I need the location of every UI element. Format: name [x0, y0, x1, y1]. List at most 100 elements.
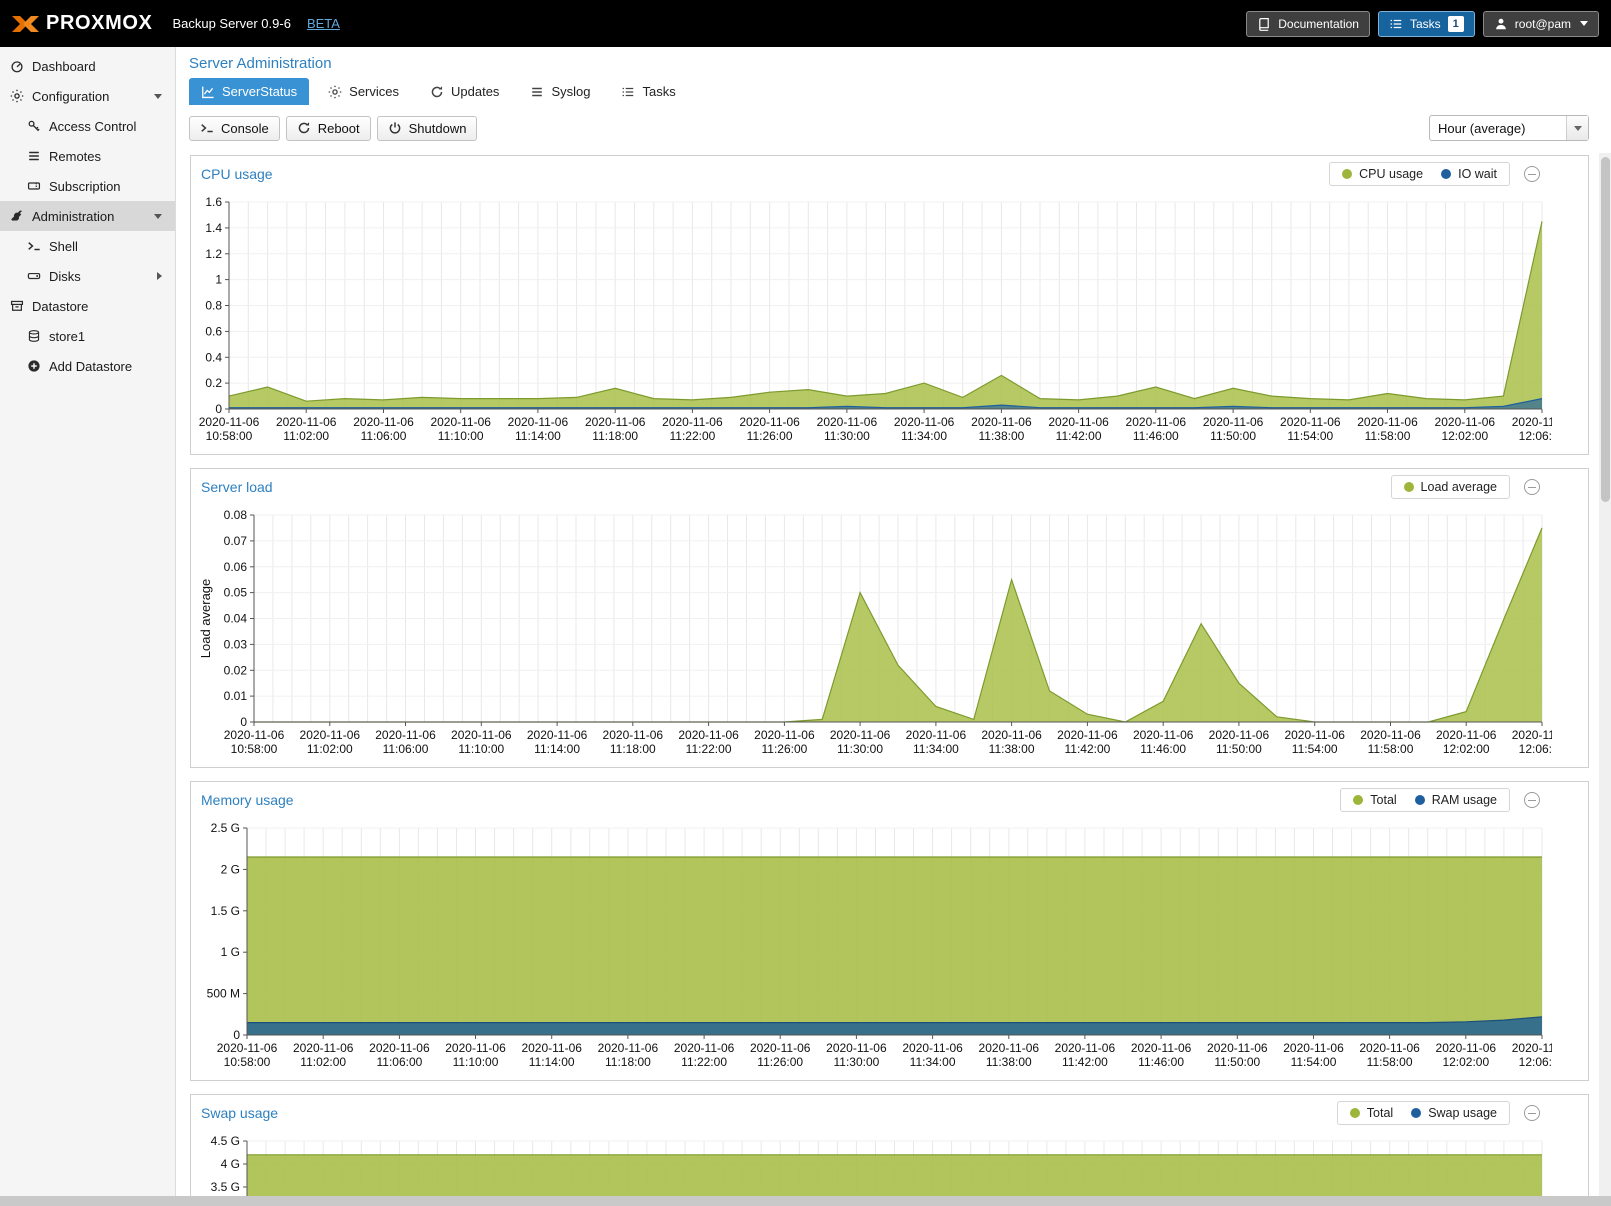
- svg-text:11:14:00: 11:14:00: [515, 429, 561, 443]
- terminal-icon: [200, 121, 214, 135]
- sidebar-item-label: Shell: [49, 239, 78, 254]
- svg-text:2020-11-06: 2020-11-06: [224, 728, 285, 742]
- legend-item: CPU usage: [1342, 167, 1423, 181]
- svg-text:4 G: 4 G: [221, 1157, 240, 1171]
- tasks-button[interactable]: Tasks 1: [1378, 11, 1475, 37]
- tab-label: Syslog: [551, 84, 590, 99]
- sidebar-item-administration[interactable]: Administration: [0, 201, 175, 231]
- sidebar-item-label: Access Control: [49, 119, 136, 134]
- svg-text:1: 1: [215, 273, 222, 287]
- sidebar-item-label: Disks: [49, 269, 81, 284]
- svg-text:2020-11-06: 2020-11-06: [1357, 415, 1418, 429]
- power-icon: [388, 121, 402, 135]
- svg-text:2020-11-06: 2020-11-06: [445, 1041, 506, 1055]
- svg-text:2020-11-06: 2020-11-06: [1360, 728, 1421, 742]
- panel-title: Memory usage: [201, 792, 294, 808]
- svg-text:2020-11-06: 2020-11-06: [906, 728, 967, 742]
- svg-text:2020-11-06: 2020-11-06: [1203, 415, 1264, 429]
- sidebar-item-dashboard[interactable]: Dashboard: [0, 51, 175, 81]
- collapse-icon[interactable]: [1524, 1105, 1540, 1121]
- collapse-icon[interactable]: [1524, 792, 1540, 808]
- svg-text:500 M: 500 M: [207, 987, 240, 1001]
- user-icon: [1494, 17, 1508, 31]
- svg-text:0.06: 0.06: [224, 560, 248, 574]
- tasks-badge: 1: [1448, 16, 1464, 32]
- documentation-label: Documentation: [1278, 17, 1359, 31]
- svg-text:0: 0: [233, 1028, 240, 1042]
- refresh-icon: [430, 85, 444, 99]
- svg-text:2020-11-06: 2020-11-06: [508, 415, 569, 429]
- collapse-icon[interactable]: [1524, 479, 1540, 495]
- collapse-icon[interactable]: [1524, 166, 1540, 182]
- svg-text:12:02:00: 12:02:00: [1441, 429, 1488, 443]
- svg-text:12:06:00: 12:06:00: [1519, 742, 1552, 756]
- svg-text:11:58:00: 11:58:00: [1368, 742, 1414, 756]
- scrollbar-thumb[interactable]: [1601, 157, 1610, 502]
- sidebar-item-label: Configuration: [32, 89, 109, 104]
- svg-text:0.02: 0.02: [224, 663, 248, 677]
- svg-text:10:58:00: 10:58:00: [224, 1055, 271, 1069]
- sidebar-item-configuration[interactable]: Configuration: [0, 81, 175, 111]
- legend-item: Load average: [1404, 480, 1497, 494]
- svg-text:2020-11-06: 2020-11-06: [1512, 415, 1552, 429]
- sidebar-item-store1[interactable]: store1: [0, 321, 175, 351]
- tab-updates[interactable]: Updates: [418, 78, 511, 105]
- range-select-value: Hour (average): [1430, 121, 1566, 136]
- svg-text:11:06:00: 11:06:00: [376, 1055, 422, 1069]
- panel-header: Server loadLoad average: [191, 469, 1588, 505]
- svg-text:2020-11-06: 2020-11-06: [1126, 415, 1187, 429]
- wrench-icon: [10, 209, 24, 223]
- svg-text:2020-11-06: 2020-11-06: [585, 415, 646, 429]
- legend-label: IO wait: [1458, 167, 1497, 181]
- legend-label: Load average: [1421, 480, 1497, 494]
- tab-tasks[interactable]: Tasks: [609, 78, 687, 105]
- sidebar-item-subscription[interactable]: Subscription: [0, 171, 175, 201]
- svg-text:2.5 G: 2.5 G: [211, 821, 240, 835]
- tab-label: Tasks: [642, 84, 675, 99]
- gauge-icon: [10, 59, 24, 73]
- svg-text:2020-11-06: 2020-11-06: [1436, 728, 1497, 742]
- svg-text:2020-11-06: 2020-11-06: [375, 728, 436, 742]
- beta-link[interactable]: BETA: [307, 16, 340, 31]
- svg-text:0.8: 0.8: [205, 299, 222, 313]
- shutdown-button[interactable]: Shutdown: [377, 116, 478, 141]
- user-menu-button[interactable]: root@pam: [1483, 11, 1599, 37]
- tab-services[interactable]: Services: [316, 78, 411, 105]
- console-button[interactable]: Console: [189, 116, 280, 141]
- svg-text:2020-11-06: 2020-11-06: [1131, 1041, 1192, 1055]
- tab-label: Services: [349, 84, 399, 99]
- tab-syslog[interactable]: Syslog: [518, 78, 602, 105]
- svg-text:2020-11-06: 2020-11-06: [1512, 1041, 1552, 1055]
- scrollbar[interactable]: [1599, 153, 1611, 1206]
- legend-item: Swap usage: [1411, 1106, 1497, 1120]
- svg-text:2020-11-06: 2020-11-06: [353, 415, 414, 429]
- sidebar-item-datastore[interactable]: Datastore: [0, 291, 175, 321]
- svg-text:2020-11-06: 2020-11-06: [451, 728, 512, 742]
- sidebar-item-remotes[interactable]: Remotes: [0, 141, 175, 171]
- legend-item: RAM usage: [1415, 793, 1497, 807]
- svg-text:11:22:00: 11:22:00: [669, 429, 715, 443]
- svg-text:2020-11-06: 2020-11-06: [662, 415, 723, 429]
- chart-legend: CPU usage IO wait: [1329, 162, 1510, 186]
- svg-text:11:02:00: 11:02:00: [283, 429, 329, 443]
- tab-serverstatus[interactable]: ServerStatus: [189, 78, 309, 105]
- chart-icon: [201, 85, 215, 99]
- svg-text:2020-11-06: 2020-11-06: [1057, 728, 1118, 742]
- legend-label: RAM usage: [1432, 793, 1497, 807]
- sidebar-item-add-datastore[interactable]: Add Datastore: [0, 351, 175, 381]
- reboot-button[interactable]: Reboot: [286, 116, 371, 141]
- sidebar-item-access-control[interactable]: Access Control: [0, 111, 175, 141]
- documentation-button[interactable]: Documentation: [1246, 11, 1370, 37]
- proxmox-logo[interactable]: PROXMOX: [12, 12, 152, 35]
- range-select[interactable]: Hour (average): [1429, 115, 1589, 141]
- sidebar-item-disks[interactable]: Disks: [0, 261, 175, 291]
- sidebar-item-shell[interactable]: Shell: [0, 231, 175, 261]
- svg-text:2020-11-06: 2020-11-06: [1283, 1041, 1344, 1055]
- svg-text:2020-11-06: 2020-11-06: [1436, 1041, 1497, 1055]
- svg-text:2020-11-06: 2020-11-06: [750, 1041, 811, 1055]
- svg-text:11:50:00: 11:50:00: [1214, 1055, 1260, 1069]
- sidebar-item-label: Remotes: [49, 149, 101, 164]
- svg-text:0.04: 0.04: [224, 612, 248, 626]
- svg-text:2020-11-06: 2020-11-06: [199, 415, 260, 429]
- svg-text:2020-11-06: 2020-11-06: [678, 728, 739, 742]
